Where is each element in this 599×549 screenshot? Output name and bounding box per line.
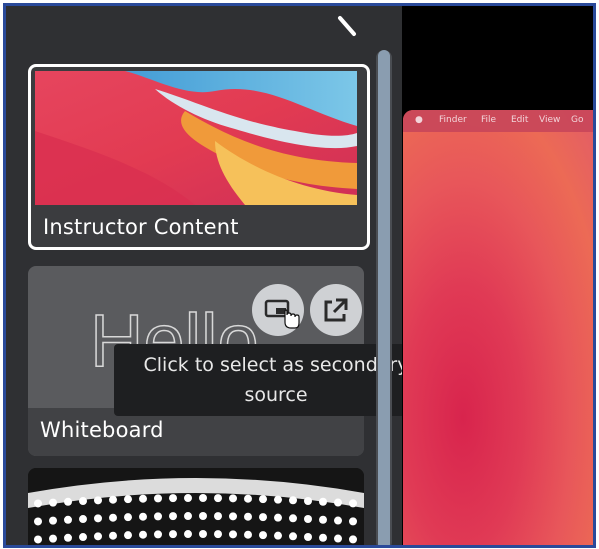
stage-light-dot xyxy=(109,513,117,522)
stage-light-dot xyxy=(124,495,132,504)
stage-light-dot xyxy=(259,531,267,540)
stage-light-dot xyxy=(124,513,132,522)
stage-light-dot xyxy=(349,499,357,508)
stage-light-dot xyxy=(259,513,267,522)
stage-light-dot xyxy=(229,494,237,503)
source-sidebar: Instructor Content Hello Whiteboard Clic… xyxy=(6,6,438,545)
stage-light-dot xyxy=(49,498,57,507)
stage-light-dot xyxy=(64,515,72,524)
menu-item: Go xyxy=(571,115,584,125)
stage-light-dot xyxy=(244,530,252,539)
stage-light-dot xyxy=(94,496,102,505)
stage-light-dot xyxy=(94,532,102,541)
stage-light-dot xyxy=(169,494,177,503)
stage-light-dot xyxy=(319,515,327,524)
stage-light-dot xyxy=(259,495,267,504)
stage-light-dot xyxy=(34,499,42,508)
camera-thumbnail xyxy=(28,468,364,545)
external-link-icon xyxy=(324,298,348,322)
stage-light-dot xyxy=(79,515,87,524)
stage-light-dot xyxy=(79,497,87,506)
stage-light-dot xyxy=(154,494,162,503)
menu-item: Finder xyxy=(439,115,467,125)
app-frame: Instructor Content Hello Whiteboard Clic… xyxy=(3,3,596,548)
stage-light-dot xyxy=(169,530,177,539)
stage-light-dot xyxy=(139,494,147,503)
stage-light-dot xyxy=(139,512,147,521)
source-card-instructor-content[interactable]: Instructor Content xyxy=(28,64,370,250)
stage-light-dot xyxy=(109,531,117,540)
popout-button[interactable] xyxy=(310,284,362,336)
stage-light-dot xyxy=(229,512,237,521)
stage-light-dot xyxy=(64,497,72,506)
stage-light-dot xyxy=(139,530,147,539)
stage-light-dot xyxy=(124,531,132,540)
apple-menu-icon: ● xyxy=(415,115,423,125)
stage-light-dot xyxy=(214,530,222,539)
stage-light-dot xyxy=(94,514,102,523)
stage-light-dot xyxy=(319,533,327,542)
stage-light-dot xyxy=(334,516,342,525)
instructor-content-thumbnail xyxy=(35,71,357,205)
preview-menubar: ● Finder File Edit View Go xyxy=(403,110,593,132)
source-card-camera[interactable] xyxy=(28,468,364,545)
stage-light-dot xyxy=(109,495,117,504)
stage-light-dot xyxy=(184,530,192,539)
stage-light-dot xyxy=(64,533,72,542)
stage-light-dot xyxy=(289,496,297,505)
stage-light-dot xyxy=(289,532,297,541)
select-secondary-source-button[interactable] xyxy=(252,284,304,336)
sidebar-scrollbar[interactable] xyxy=(376,50,392,545)
stage-light-dot xyxy=(244,512,252,521)
stage-light-dot xyxy=(184,512,192,521)
stage-light-dot xyxy=(304,515,312,523)
stage-light-dot xyxy=(349,517,357,526)
menu-item: Edit xyxy=(511,115,529,125)
stage-light-dot xyxy=(349,535,357,544)
stage-light-dot xyxy=(49,516,57,525)
stage-light-dot xyxy=(319,497,327,506)
scrollbar-thumb[interactable] xyxy=(378,50,390,545)
stage-light-dot xyxy=(169,512,177,521)
stage-light-dot xyxy=(274,531,282,540)
stage-light-dot xyxy=(229,530,237,539)
stage-light-dot xyxy=(289,514,297,523)
stage-light-dot xyxy=(154,530,162,539)
source-card-label: Whiteboard xyxy=(40,418,164,442)
stage-light-dot xyxy=(214,494,222,503)
stage-light-dot xyxy=(154,512,162,521)
stage-light-dot xyxy=(214,512,222,521)
stage-light-dot xyxy=(304,533,312,541)
stage-light-dot xyxy=(274,495,282,504)
stage-light-dot xyxy=(34,517,42,526)
menu-item: View xyxy=(539,115,561,125)
stage-light-dot xyxy=(304,497,312,505)
stage-light-dot xyxy=(334,498,342,507)
screen-preview: ● Finder File Edit View Go xyxy=(403,110,593,545)
stage-light-dot xyxy=(49,534,57,543)
source-card-label: Instructor Content xyxy=(43,215,239,239)
stage-light-dot xyxy=(199,494,207,503)
stage-light-dot xyxy=(34,535,42,544)
collapse-chevron-icon[interactable] xyxy=(326,6,386,42)
menu-item: File xyxy=(481,115,497,125)
stage-light-dot xyxy=(334,534,342,543)
secondary-source-icon xyxy=(264,299,300,329)
stage-light-dot xyxy=(199,530,207,539)
stage-light-dot xyxy=(79,533,87,542)
stage-light-dot xyxy=(244,494,252,503)
stage-light-dot xyxy=(184,494,192,503)
stage-light-dot xyxy=(274,513,282,522)
stage-light-dot xyxy=(199,512,207,521)
